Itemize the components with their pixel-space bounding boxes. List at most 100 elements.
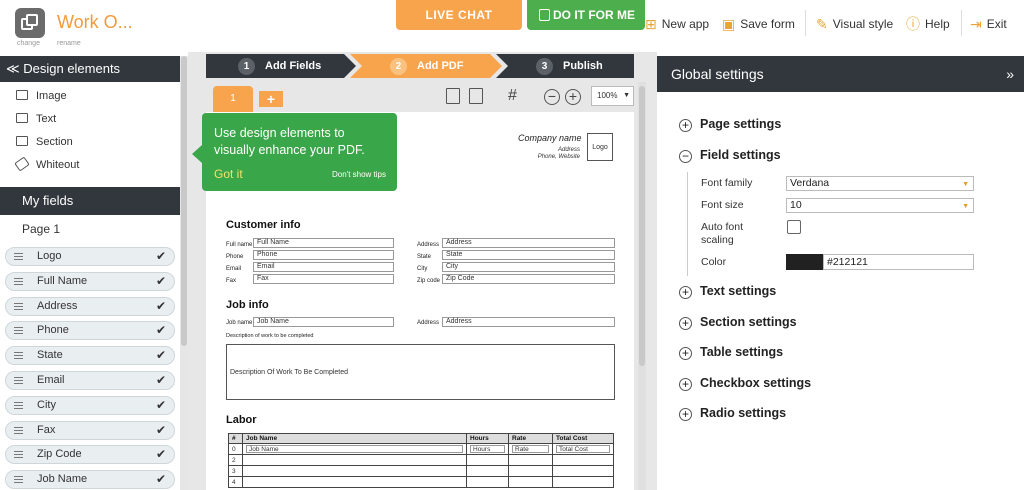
company-phone-website[interactable]: Phone, Website bbox=[538, 154, 580, 160]
job-address-field[interactable]: Address bbox=[442, 317, 615, 327]
dont-show-tips-link[interactable]: Don't show tips bbox=[332, 170, 386, 179]
step-add-fields[interactable]: 1 Add Fields bbox=[238, 54, 321, 78]
document-icon[interactable] bbox=[446, 88, 460, 104]
field-item-job-name[interactable]: Job Name ✔ bbox=[5, 470, 175, 490]
customer-field-input[interactable]: Phone bbox=[253, 250, 394, 260]
table-row[interactable]: 2 bbox=[228, 454, 614, 466]
field-item-fax[interactable]: Fax ✔ bbox=[5, 420, 175, 440]
help-button[interactable]: ⓘ Help bbox=[906, 15, 950, 33]
page-tab[interactable]: 1 bbox=[213, 86, 253, 112]
exit-button[interactable]: ⇥ Exit bbox=[970, 15, 1007, 33]
table-cell[interactable]: Total Cost bbox=[552, 443, 614, 455]
customer-field-input[interactable]: Email bbox=[253, 262, 394, 272]
editor-scrollbar[interactable] bbox=[638, 82, 646, 490]
cell-field[interactable]: Total Cost bbox=[556, 445, 610, 453]
labor-table[interactable]: # Job Name Hours Rate Total Cost 0 Job N… bbox=[228, 433, 614, 488]
field-item-city[interactable]: City ✔ bbox=[5, 395, 175, 415]
labor-title[interactable]: Labor bbox=[226, 414, 257, 426]
table-cell[interactable] bbox=[508, 454, 553, 466]
drag-handle-icon[interactable] bbox=[14, 253, 23, 260]
cell-field[interactable]: Hours bbox=[470, 445, 505, 453]
table-cell[interactable] bbox=[242, 465, 467, 477]
new-app-button[interactable]: ⊞ New app bbox=[645, 15, 709, 33]
left-scrollbar-thumb[interactable] bbox=[181, 56, 187, 346]
customer-field-input[interactable]: City bbox=[442, 262, 615, 272]
table-cell[interactable] bbox=[508, 465, 553, 477]
table-row[interactable]: 4 bbox=[228, 476, 614, 488]
field-item-full-name[interactable]: Full Name ✔ bbox=[5, 271, 175, 291]
page-settings-toggle[interactable]: + Page settings bbox=[679, 116, 781, 132]
job-name-field[interactable]: Job Name bbox=[253, 317, 394, 327]
radio-settings-toggle[interactable]: + Radio settings bbox=[679, 405, 786, 422]
add-page-tab[interactable]: + bbox=[259, 91, 283, 107]
customer-field-input[interactable]: Fax bbox=[253, 274, 394, 284]
table-cell[interactable] bbox=[552, 465, 614, 477]
customer-info-title[interactable]: Customer info bbox=[226, 219, 301, 231]
zoom-in-icon[interactable]: + bbox=[565, 89, 581, 105]
left-scrollbar[interactable] bbox=[180, 56, 188, 490]
drag-handle-icon[interactable] bbox=[14, 451, 23, 459]
section-settings-toggle[interactable]: + Section settings bbox=[679, 314, 797, 330]
drag-handle-icon[interactable] bbox=[14, 352, 23, 360]
table-cell[interactable]: Hours bbox=[466, 443, 509, 455]
field-item-state[interactable]: State ✔ bbox=[5, 346, 175, 366]
design-element-section[interactable]: Section bbox=[16, 134, 73, 150]
customer-field-input[interactable]: State bbox=[442, 250, 615, 260]
my-fields-header[interactable]: My fields bbox=[0, 187, 180, 215]
drag-handle-icon[interactable] bbox=[14, 302, 23, 310]
design-element-image[interactable]: Image bbox=[16, 88, 67, 104]
drag-handle-icon[interactable] bbox=[14, 377, 23, 384]
company-name[interactable]: Company name bbox=[518, 133, 582, 143]
table-cell[interactable] bbox=[242, 454, 467, 466]
drag-handle-icon[interactable] bbox=[14, 426, 23, 434]
table-cell[interactable] bbox=[242, 476, 467, 488]
field-item-phone[interactable]: Phone ✔ bbox=[5, 321, 175, 341]
table-cell[interactable]: Job Name bbox=[242, 443, 467, 455]
field-item-address[interactable]: Address ✔ bbox=[5, 296, 175, 316]
field-item-logo[interactable]: Logo ✔ bbox=[5, 247, 175, 266]
company-address[interactable]: Address bbox=[558, 147, 580, 153]
grid-icon[interactable]: # bbox=[508, 88, 517, 104]
table-settings-toggle[interactable]: + Table settings bbox=[679, 344, 783, 361]
visual-style-button[interactable]: ✎ Visual style bbox=[816, 15, 893, 33]
app-logo-icon[interactable] bbox=[15, 8, 45, 38]
table-cell[interactable] bbox=[466, 476, 509, 488]
document-settings-icon[interactable] bbox=[469, 88, 483, 104]
design-elements-header[interactable]: ≪ Design elements bbox=[0, 56, 180, 82]
zoom-select[interactable]: 100% ▼ bbox=[591, 86, 634, 106]
table-cell[interactable]: Rate bbox=[508, 443, 553, 455]
table-cell[interactable] bbox=[508, 476, 553, 488]
drag-handle-icon[interactable] bbox=[14, 476, 23, 484]
table-cell[interactable] bbox=[552, 454, 614, 466]
design-element-whiteout[interactable]: Whiteout bbox=[14, 156, 79, 173]
table-cell[interactable] bbox=[552, 476, 614, 488]
zoom-out-icon[interactable]: − bbox=[544, 89, 560, 105]
step-publish[interactable]: 3 Publish bbox=[536, 54, 603, 78]
font-family-select[interactable]: Verdana ▼ bbox=[786, 176, 974, 191]
auto-font-scaling-checkbox[interactable] bbox=[787, 220, 801, 234]
app-title[interactable]: Work O... bbox=[57, 12, 133, 33]
job-info-title[interactable]: Job info bbox=[226, 299, 269, 311]
editor-scrollbar-thumb[interactable] bbox=[639, 86, 645, 366]
drag-handle-icon[interactable] bbox=[14, 401, 23, 409]
customer-field-input[interactable]: Full Name bbox=[253, 238, 394, 248]
drag-handle-icon[interactable] bbox=[14, 277, 23, 285]
do-it-for-me-button[interactable]: DO IT FOR ME bbox=[527, 0, 645, 30]
title-rename-caption[interactable]: rename bbox=[57, 40, 81, 47]
logo-change-caption[interactable]: change bbox=[17, 40, 40, 47]
table-cell[interactable] bbox=[466, 454, 509, 466]
step-add-pdf[interactable]: 2 Add PDF bbox=[390, 54, 463, 78]
field-item-zip-code[interactable]: Zip Code ✔ bbox=[5, 445, 175, 465]
field-settings-toggle[interactable]: − Field settings bbox=[679, 147, 781, 163]
collapse-right-icon[interactable]: » bbox=[1006, 56, 1014, 92]
checkbox-settings-toggle[interactable]: + Checkbox settings bbox=[679, 375, 811, 391]
cell-field[interactable]: Rate bbox=[512, 445, 549, 453]
customer-field-input[interactable]: Zip Code bbox=[442, 274, 615, 284]
field-item-email[interactable]: Email ✔ bbox=[5, 371, 175, 390]
live-chat-button[interactable]: LIVE CHAT bbox=[396, 0, 522, 30]
table-row[interactable]: 3 bbox=[228, 465, 614, 477]
customer-field-input[interactable]: Address bbox=[442, 238, 615, 248]
table-cell[interactable] bbox=[466, 465, 509, 477]
text-settings-toggle[interactable]: + Text settings bbox=[679, 283, 776, 299]
design-element-text[interactable]: Text bbox=[16, 111, 56, 127]
